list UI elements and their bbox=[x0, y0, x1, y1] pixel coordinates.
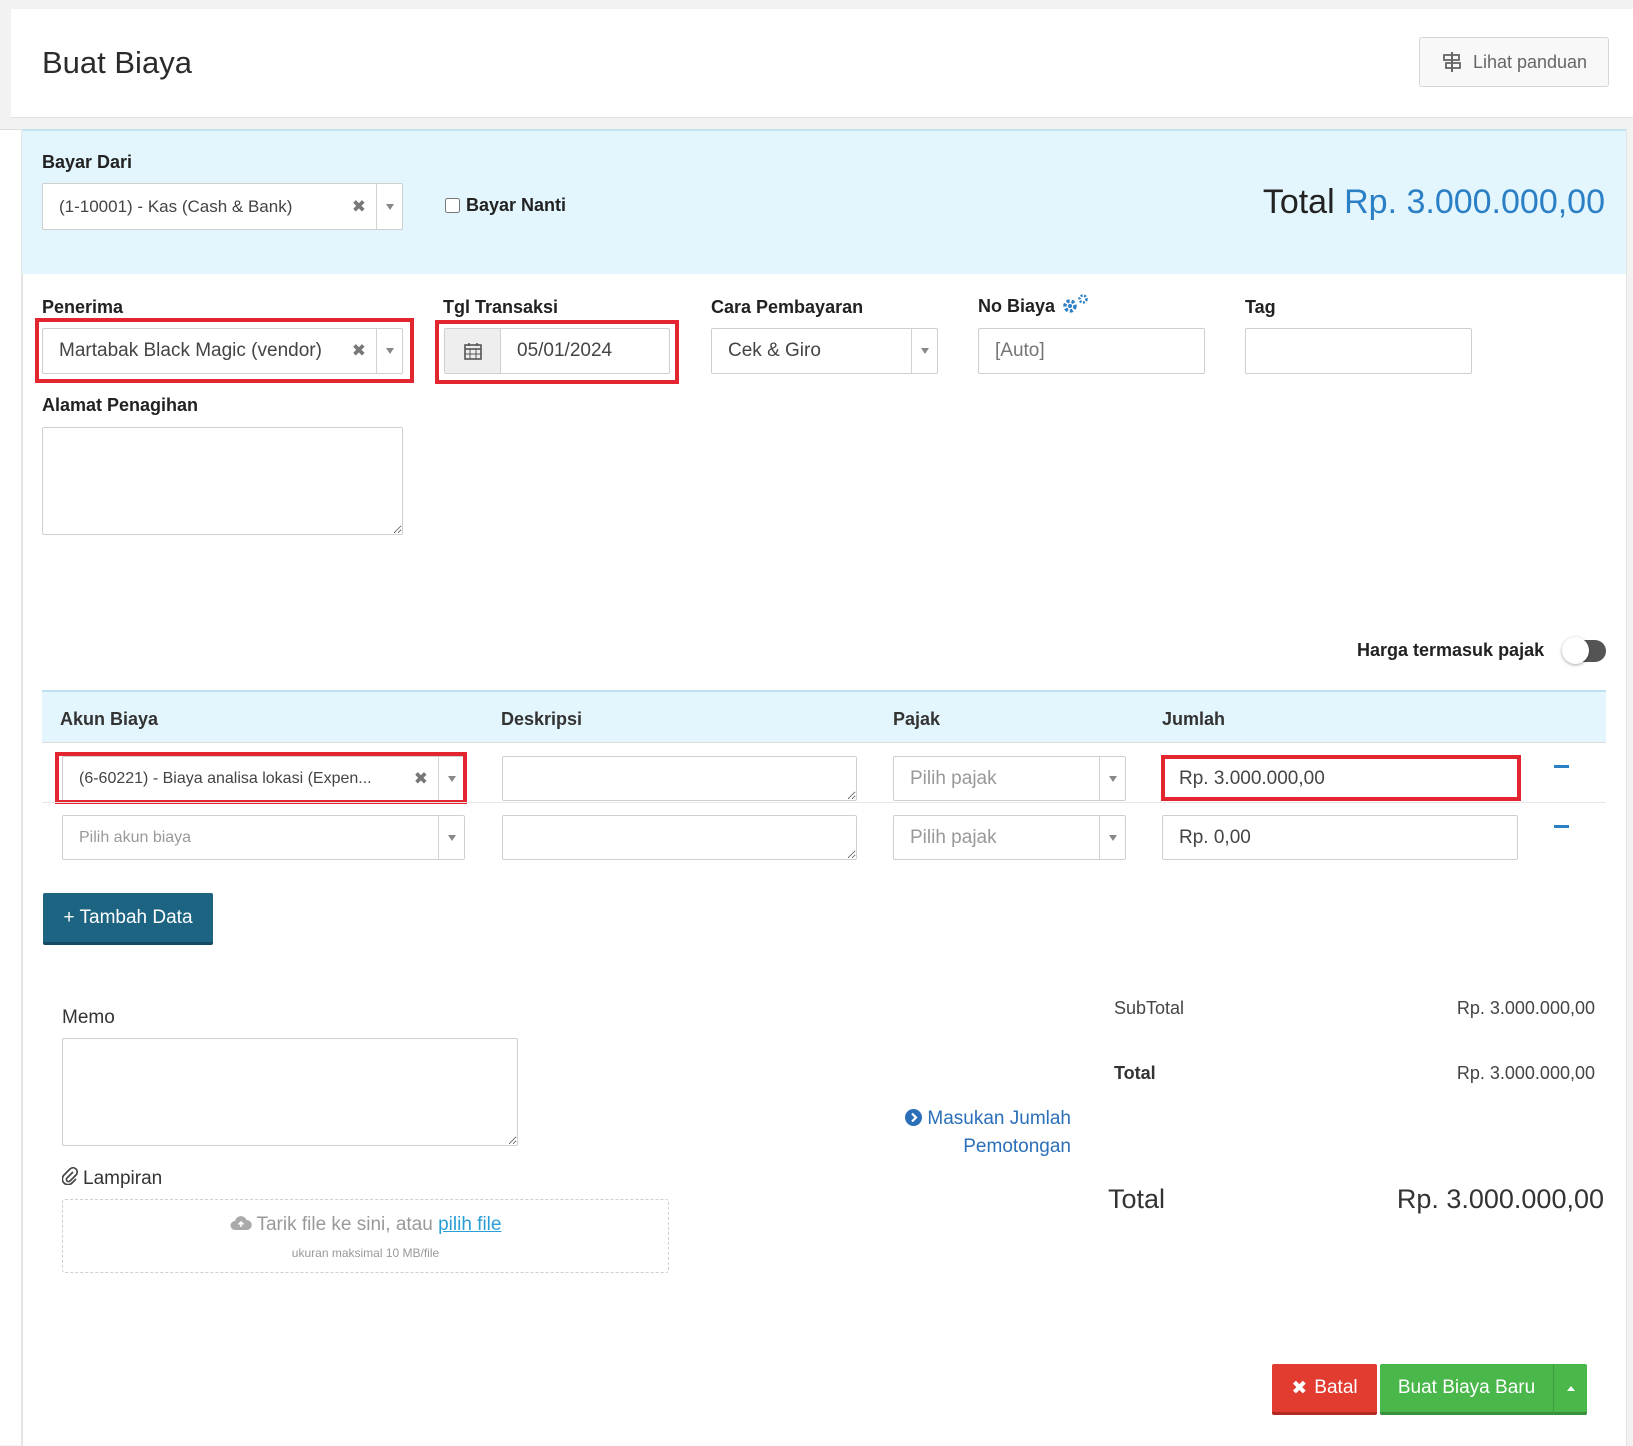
description-textarea[interactable] bbox=[502, 815, 857, 860]
chevron-down-icon[interactable] bbox=[1099, 757, 1125, 800]
clear-icon[interactable]: ✖ bbox=[352, 197, 366, 217]
grand-total-value: Rp. 3.000.000,00 bbox=[1396, 1184, 1604, 1214]
col-description: Deskripsi bbox=[501, 709, 583, 729]
amount-input[interactable]: Rp. 0,00 bbox=[1162, 815, 1518, 860]
memo-textarea[interactable] bbox=[62, 1038, 518, 1146]
recipient-label: Penerima bbox=[42, 297, 124, 317]
cancel-label: Batal bbox=[1314, 1377, 1358, 1398]
items-table-header: Akun Biaya Deskripsi Pajak Jumlah bbox=[42, 690, 1606, 743]
attachment-dropzone[interactable]: Tarik file ke sini, atau pilih file ukur… bbox=[62, 1199, 669, 1273]
tax-inclusive-toggle[interactable] bbox=[1562, 637, 1606, 664]
deduction-link-line1: Masukan Jumlah bbox=[927, 1108, 1071, 1129]
memo-label: Memo bbox=[62, 1007, 115, 1028]
tax-select[interactable]: Pilih pajak bbox=[893, 815, 1126, 860]
paperclip-icon bbox=[61, 1166, 79, 1191]
payment-method-label: Cara Pembayaran bbox=[711, 297, 864, 317]
col-amount: Jumlah bbox=[1162, 709, 1226, 729]
deduction-link[interactable]: Masukan Jumlah Pemotongan bbox=[898, 1105, 1071, 1161]
dropzone-note: ukuran maksimal 10 MB/file bbox=[291, 1246, 440, 1260]
create-options-dropdown[interactable] bbox=[1553, 1364, 1587, 1415]
header-total-value: Rp. 3.000.000,00 bbox=[1344, 183, 1605, 221]
date-label: Tgl Transaksi bbox=[443, 297, 559, 317]
payment-method-value: Cek & Giro bbox=[728, 340, 821, 361]
header-total-label: Total bbox=[1262, 183, 1335, 221]
dropzone-text-line: Tarik file ke sini, atau pilih file bbox=[63, 1214, 668, 1236]
row-divider bbox=[42, 802, 1606, 803]
highlight-box bbox=[435, 320, 679, 384]
subtotal-value: Rp. 3.000.000,00 bbox=[1456, 998, 1595, 1018]
pay-from-label: Bayar Dari bbox=[42, 152, 133, 172]
toggle-knob bbox=[1562, 637, 1589, 664]
pay-from-select[interactable]: (1-10001) - Kas (Cash & Bank) ✖ bbox=[42, 183, 403, 230]
expense-no-input[interactable] bbox=[978, 328, 1205, 374]
tax-placeholder: Pilih pajak bbox=[910, 826, 997, 848]
add-row-button[interactable]: + Tambah Data bbox=[43, 893, 213, 945]
account-select[interactable]: Pilih akun biaya bbox=[62, 815, 465, 860]
total-value: Rp. 3.000.000,00 bbox=[1456, 1063, 1595, 1083]
cloud-upload-icon bbox=[230, 1214, 257, 1235]
pay-later-label: Bayar Nanti bbox=[466, 195, 567, 215]
page-header: Buat Biaya Lihat panduan bbox=[11, 9, 1633, 118]
tax-select[interactable]: Pilih pajak bbox=[893, 756, 1126, 801]
cancel-button[interactable]: ✖ Batal bbox=[1272, 1364, 1377, 1415]
highlight-box bbox=[55, 752, 467, 804]
caret-up-icon bbox=[1566, 1385, 1575, 1391]
tax-inclusive-label: Harga termasuk pajak bbox=[1357, 640, 1545, 660]
remove-row-icon[interactable] bbox=[1554, 765, 1569, 768]
guide-button-label: Lihat panduan bbox=[1472, 51, 1588, 72]
col-tax: Pajak bbox=[893, 709, 941, 729]
expense-no-label: No Biaya bbox=[978, 296, 1056, 316]
pick-file-link[interactable]: pilih file bbox=[438, 1214, 501, 1235]
deduction-link-line2: Pemotongan bbox=[963, 1136, 1071, 1157]
total-label: Total bbox=[1114, 1063, 1156, 1083]
tax-placeholder: Pilih pajak bbox=[910, 767, 997, 789]
chevron-down-icon[interactable] bbox=[376, 184, 402, 229]
tag-label: Tag bbox=[1245, 297, 1276, 317]
left-gutter bbox=[0, 130, 22, 1445]
close-icon: ✖ bbox=[1291, 1377, 1308, 1399]
highlight-box bbox=[35, 318, 414, 383]
guide-button[interactable]: Lihat panduan bbox=[1419, 37, 1609, 87]
remove-row-icon[interactable] bbox=[1554, 825, 1569, 828]
pay-later-option[interactable]: Bayar Nanti bbox=[445, 195, 566, 216]
chevron-down-icon[interactable] bbox=[911, 329, 937, 373]
payment-method-select[interactable]: Cek & Giro bbox=[711, 328, 938, 374]
pay-from-value: (1-10001) - Kas (Cash & Bank) bbox=[59, 196, 293, 216]
account-placeholder: Pilih akun biaya bbox=[79, 828, 192, 846]
billing-address-label: Alamat Penagihan bbox=[42, 395, 199, 415]
attachment-label-group: Lampiran bbox=[61, 1166, 163, 1191]
signpost-icon bbox=[1441, 51, 1463, 73]
grand-total-label: Total bbox=[1108, 1184, 1166, 1214]
highlight-box bbox=[1161, 755, 1521, 801]
attachment-label: Lampiran bbox=[83, 1168, 163, 1189]
description-textarea[interactable] bbox=[502, 756, 857, 801]
chevron-down-icon[interactable] bbox=[438, 816, 464, 859]
col-account: Akun Biaya bbox=[60, 709, 159, 729]
header-total: Total Rp. 3.000.000,00 bbox=[1263, 183, 1605, 222]
tag-input[interactable] bbox=[1245, 328, 1472, 374]
billing-address-textarea[interactable] bbox=[42, 427, 403, 535]
chevron-down-icon[interactable] bbox=[1099, 816, 1125, 859]
pay-later-checkbox[interactable] bbox=[445, 198, 460, 213]
gears-icon[interactable] bbox=[1061, 293, 1091, 320]
create-expense-button[interactable]: Buat Biaya Baru bbox=[1380, 1364, 1553, 1415]
amount-value: Rp. 0,00 bbox=[1179, 826, 1251, 848]
expense-no-label-group: No Biaya bbox=[978, 293, 1091, 320]
dropzone-text: Tarik file ke sini, atau bbox=[256, 1214, 433, 1235]
page-title: Buat Biaya bbox=[42, 45, 192, 80]
chevron-circle-right-icon bbox=[905, 1108, 927, 1129]
subtotal-label: SubTotal bbox=[1114, 998, 1185, 1018]
